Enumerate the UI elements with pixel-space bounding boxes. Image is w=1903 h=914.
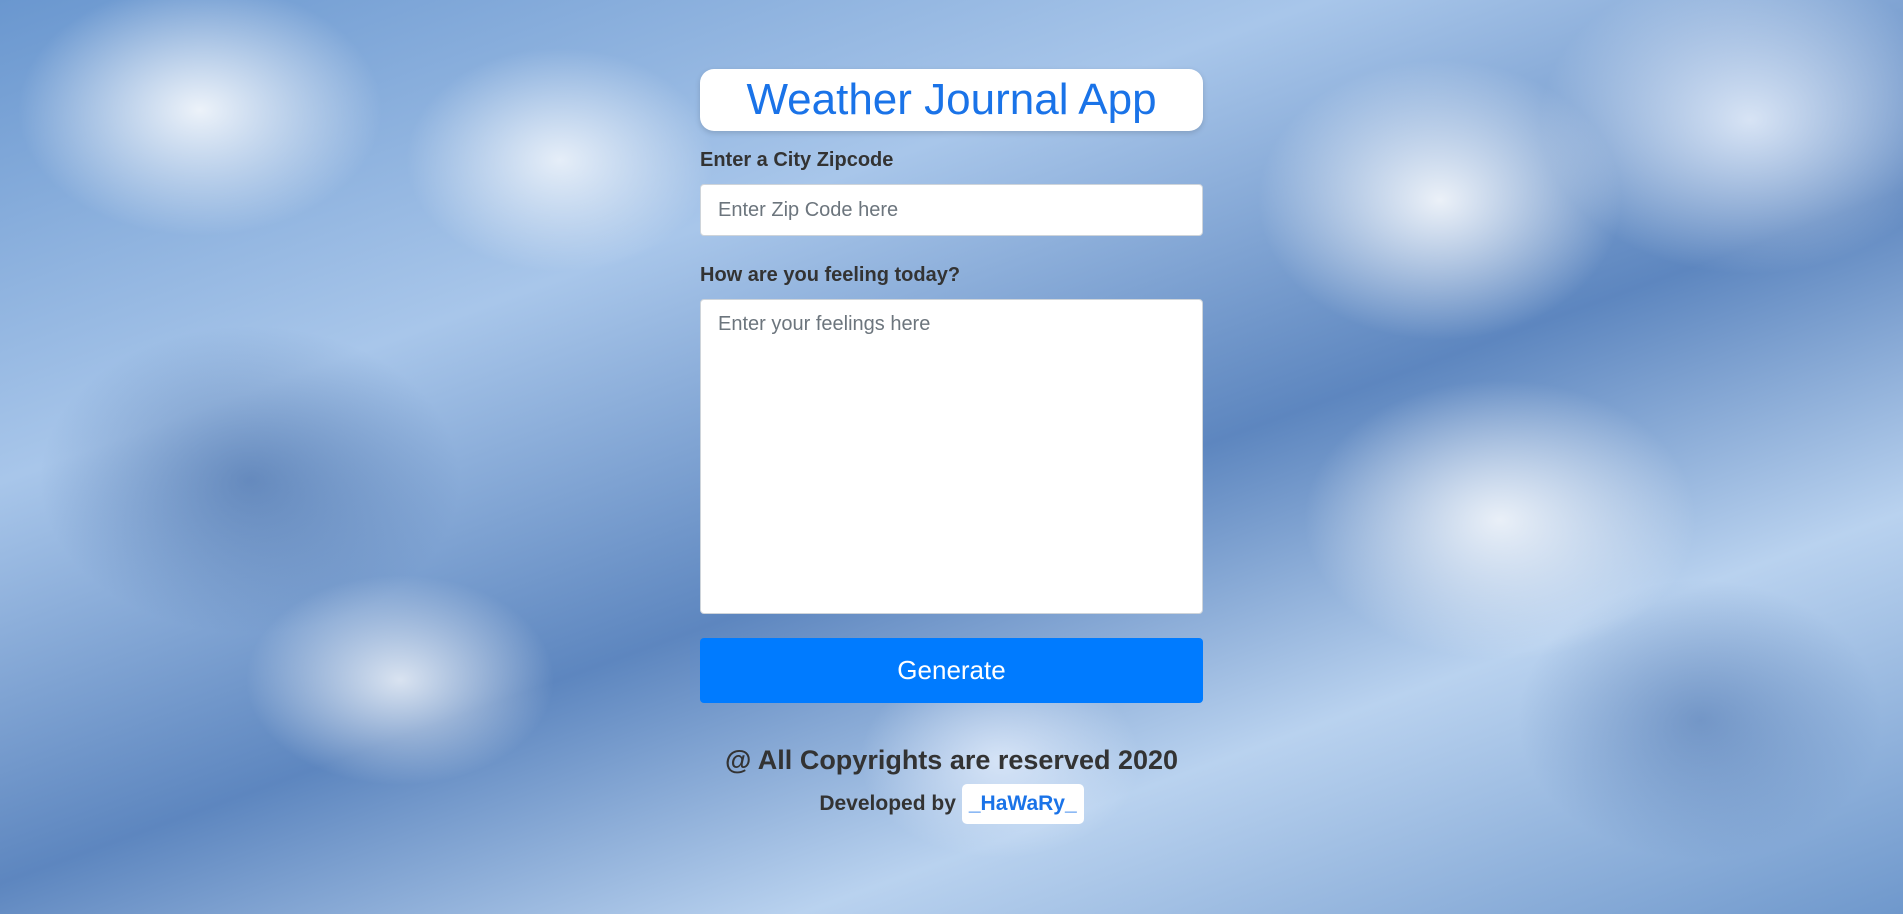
feelings-label: How are you feeling today? <box>700 264 961 286</box>
copyright-text: @ All Copyrights are reserved 2020 <box>724 745 1179 775</box>
zip-input[interactable] <box>700 184 1203 236</box>
page-title: Weather Journal App <box>746 75 1157 124</box>
developer-link[interactable]: _HaWaRy_ <box>961 784 1084 824</box>
feelings-textarea[interactable] <box>700 299 1203 614</box>
footer: @ All Copyrights are reserved 2020 Devel… <box>700 745 1203 824</box>
title-card: Weather Journal App <box>700 69 1203 131</box>
developed-by-text: Developed by <box>819 792 956 815</box>
developer-line: Developed by _HaWaRy_ <box>700 784 1203 824</box>
generate-button[interactable]: Generate <box>700 638 1203 703</box>
app-container: Weather Journal App Enter a City Zipcode… <box>700 69 1203 824</box>
zip-label: Enter a City Zipcode <box>700 149 894 171</box>
